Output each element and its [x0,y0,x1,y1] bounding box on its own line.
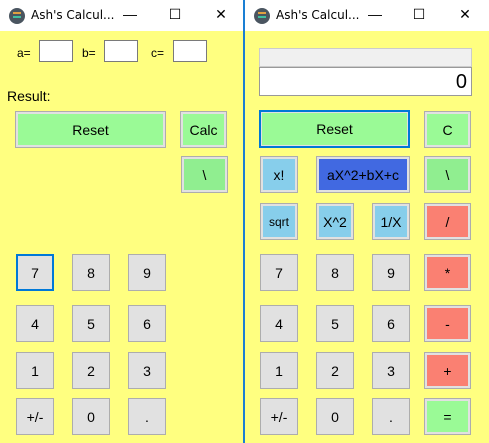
backslash-button[interactable]: \ [424,156,471,193]
digit-button[interactable]: 4 [260,305,298,342]
reset-button[interactable]: Reset [15,111,166,148]
app-icon [9,8,25,24]
digit-button[interactable]: 7 [260,254,298,291]
c-input[interactable] [173,40,207,62]
b-input[interactable] [104,40,138,62]
maximize-button[interactable]: ☐ [165,6,185,23]
digit-button[interactable]: 1 [260,352,298,389]
app-icon [254,8,270,24]
digit-button[interactable]: +/- [260,398,298,435]
sqrt-button[interactable]: sqrt [260,203,298,240]
digit-button[interactable]: 7 [16,254,54,291]
clear-button[interactable]: C [424,111,471,148]
plus-button[interactable]: + [424,352,471,389]
digit-button[interactable]: . [128,398,166,435]
multiply-button[interactable]: * [424,254,471,291]
b-label: b= [82,46,96,60]
minus-button[interactable]: - [424,305,471,342]
digit-button[interactable]: 0 [316,398,354,435]
digit-button[interactable]: 1 [16,352,54,389]
a-label: a= [17,46,31,60]
reset-button[interactable]: Reset [259,110,410,148]
digit-button[interactable]: +/- [16,398,54,435]
divide-button[interactable]: / [424,203,471,240]
a-input[interactable] [39,40,73,62]
title-bar: Ash's Calcul... — ☐ ✕ [0,0,243,31]
factorial-button[interactable]: x! [260,156,298,193]
digit-button[interactable]: 9 [128,254,166,291]
window-title: Ash's Calcul... [276,8,360,22]
equals-button[interactable]: = [424,398,471,435]
title-bar: Ash's Calcul... — ☐ ✕ [245,0,489,31]
digit-button[interactable]: 4 [16,305,54,342]
quadratic-button[interactable]: aX^2+bX+c [316,156,410,193]
digit-button[interactable]: 3 [128,352,166,389]
window-title: Ash's Calcul... [31,8,115,22]
digit-button[interactable]: . [372,398,410,435]
right-window: Ash's Calcul... — ☐ ✕ 0 Reset C x! aX^2+… [245,0,489,443]
calc-button[interactable]: Calc [180,111,227,148]
digit-button[interactable]: 6 [128,305,166,342]
reciprocal-button[interactable]: 1/X [372,203,410,240]
result-label: Result: [7,88,51,104]
digit-button[interactable]: 6 [372,305,410,342]
digit-button[interactable]: 3 [372,352,410,389]
square-button[interactable]: X^2 [316,203,354,240]
minimize-button[interactable]: — [120,6,140,22]
close-button[interactable]: ✕ [455,6,475,23]
close-button[interactable]: ✕ [211,6,231,23]
history-display [259,48,472,67]
c-label: c= [151,46,165,60]
main-display: 0 [259,67,472,96]
minimize-button[interactable]: — [365,6,385,22]
digit-button[interactable]: 5 [72,305,110,342]
digit-button[interactable]: 2 [316,352,354,389]
left-window: Ash's Calcul... — ☐ ✕ a= b= c= Result: R… [0,0,243,443]
digit-button[interactable]: 2 [72,352,110,389]
digit-button[interactable]: 5 [316,305,354,342]
digit-button[interactable]: 0 [72,398,110,435]
digit-button[interactable]: 8 [316,254,354,291]
digit-button[interactable]: 9 [372,254,410,291]
digit-button[interactable]: 8 [72,254,110,291]
backslash-button[interactable]: \ [181,156,228,193]
maximize-button[interactable]: ☐ [409,6,429,23]
